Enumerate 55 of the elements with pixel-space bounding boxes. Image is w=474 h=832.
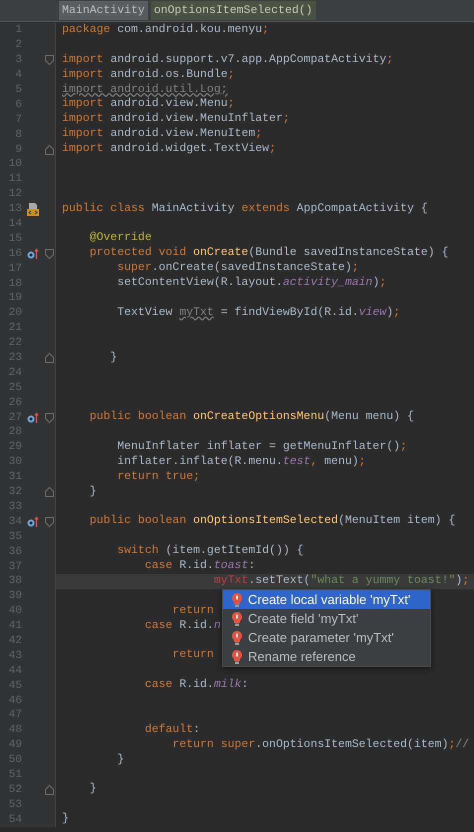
fold-marker[interactable]	[45, 353, 54, 364]
code-line: switch (item.getItemId()) {	[116, 544, 304, 558]
bulb-icon	[232, 592, 242, 606]
override-icon[interactable]	[27, 412, 39, 424]
code-line: }	[109, 350, 118, 364]
code-line: protected void onCreate(Bundle savedInstanceState) {	[88, 246, 448, 260]
code-line: import android.os.Bundle;	[62, 68, 235, 81]
menu-item[interactable]: Create field 'myTxt'	[223, 609, 430, 628]
code-line: case R.id.toast:	[144, 559, 256, 572]
menu-item[interactable]: Create parameter 'myTxt'	[223, 628, 430, 647]
fold-marker[interactable]	[45, 784, 54, 795]
code-line: public boolean onOptionsItemSelected(MenuItem item) {	[88, 514, 456, 528]
code-line: return	[171, 604, 214, 617]
bulb-icon	[232, 612, 242, 626]
code-line: import android.view.MenuInflater;	[62, 112, 290, 126]
class-icon[interactable]	[27, 202, 39, 216]
breadcrumb[interactable]: onOptionsItemSelected()	[150, 1, 316, 20]
code-line: return true;	[116, 470, 200, 483]
code-line: import android.support.v7.app.AppCompatActivity;	[62, 52, 394, 66]
code-line: }	[116, 752, 124, 766]
bulb-icon	[232, 650, 242, 664]
override-icon[interactable]	[27, 516, 39, 528]
menu-item[interactable]: Create local variable 'myTxt'	[223, 590, 430, 609]
menu-item[interactable]: Rename reference	[223, 647, 430, 666]
code-line: setContentView(R.layout.activity_main);	[116, 276, 386, 290]
code-line: import android.util.Log;	[62, 82, 228, 96]
code-line: inflater.inflate(R.menu.test, menu);	[116, 454, 366, 468]
code-line: TextView myTxt = findViewById(R.id.view);	[116, 306, 400, 319]
override-icon[interactable]	[27, 248, 39, 260]
code-line: @Override	[88, 231, 152, 244]
code-line: case R.id.milk:	[144, 678, 248, 692]
code-line: }	[88, 484, 97, 498]
code-line: MenuInflater inflater = getMenuInflater();	[116, 440, 408, 453]
code-line: public class MainActivity extends AppCompatActivity {	[62, 202, 428, 215]
fold-marker[interactable]	[45, 55, 54, 66]
code-line: case R.id.n	[144, 618, 221, 632]
fold-marker[interactable]	[45, 248, 54, 259]
code-line: return	[171, 648, 214, 662]
code-line: return super.onOptionsItemSelected(item);//	[171, 738, 470, 751]
fold-marker[interactable]	[45, 144, 54, 155]
code-line: package com.android.kou.menyu;	[62, 23, 270, 36]
code-line: default:	[144, 722, 200, 736]
fold-marker[interactable]	[45, 412, 54, 423]
breadcrumb[interactable]: MainActivity	[59, 1, 148, 20]
code-line: import android.view.Menu;	[62, 97, 235, 110]
code-line: myTxt.setText("what a yummy toast!");	[212, 574, 470, 587]
code-line: }	[62, 812, 69, 826]
code-line: }	[88, 782, 97, 796]
code-line: import android.widget.TextView;	[62, 142, 276, 156]
code-line: public boolean onCreateOptionsMenu(Menu menu) {	[88, 410, 414, 424]
code-line: import android.view.MenuItem;	[62, 127, 262, 140]
code-line: super.onCreate(savedInstanceState);	[116, 261, 359, 274]
fold-marker[interactable]	[45, 516, 54, 527]
fold-marker[interactable]	[45, 487, 54, 498]
bulb-icon	[232, 630, 242, 644]
